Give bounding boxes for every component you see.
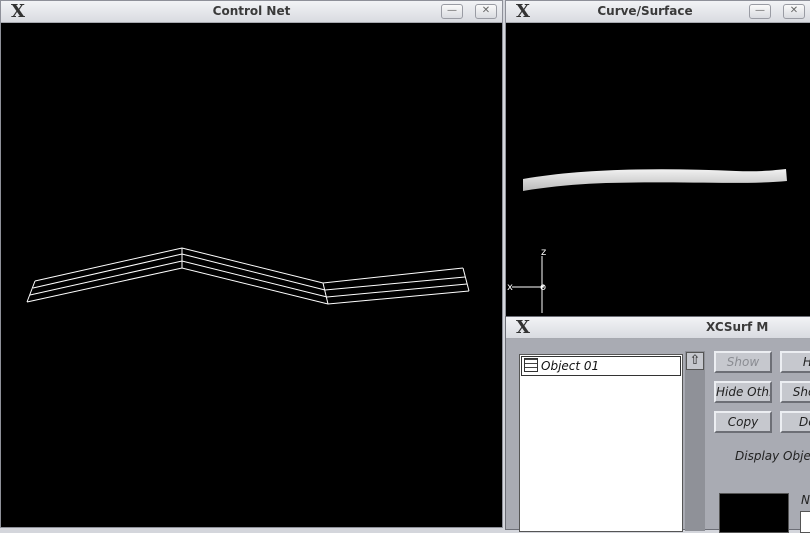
list-scrollbar[interactable]: ⇧ <box>685 351 705 531</box>
axis-y-label: o <box>540 282 546 293</box>
curve-surface-viewport[interactable]: z x o <box>506 23 810 319</box>
control-net-title: Control Net <box>212 4 291 18</box>
curve-surface-titlebar[interactable]: X Curve/Surface — ✕ <box>506 1 810 23</box>
grid-icon <box>524 358 538 372</box>
control-net-window: X Control Net — ✕ <box>0 0 503 528</box>
control-net-titlebar[interactable]: X Control Net — ✕ <box>1 1 502 23</box>
surface-render: z x o <box>507 169 787 313</box>
close-button[interactable]: ✕ <box>783 4 805 19</box>
show-button[interactable]: Show <box>714 351 772 373</box>
xcsurf-title: XCSurf M <box>706 320 769 334</box>
copy-button[interactable]: Copy <box>714 411 772 433</box>
control-net-viewport[interactable] <box>1 23 502 527</box>
close-button[interactable]: ✕ <box>475 4 497 19</box>
xcsurf-window: X XCSurf M Object 01 ⇧ Show Hi Hide Oth.… <box>505 316 810 533</box>
axis-x-label: x <box>507 282 513 293</box>
scroll-up-button[interactable]: ⇧ <box>686 352 704 370</box>
axis-z-label: z <box>541 247 546 258</box>
minimize-button[interactable]: — <box>441 4 463 19</box>
delete-button[interactable]: Del <box>780 411 810 433</box>
surface-shape <box>523 169 787 191</box>
name-label: N <box>801 493 810 507</box>
hide-button[interactable]: Hi <box>780 351 810 373</box>
list-item[interactable]: Object 01 <box>521 356 681 376</box>
object-list[interactable]: Object 01 <box>519 354 683 532</box>
control-net-wireframe <box>26 247 470 305</box>
xcsurf-titlebar[interactable]: X XCSurf M <box>506 317 810 339</box>
display-object-label: Display Objec <box>735 449 810 463</box>
show-all-button[interactable]: Show <box>780 381 810 403</box>
curve-surface-title: Curve/Surface <box>597 4 693 18</box>
curve-surface-window: X Curve/Surface — ✕ z x o <box>505 0 810 320</box>
x-logo-icon[interactable]: X <box>509 318 537 337</box>
color-swatch[interactable] <box>719 493 789 533</box>
minimize-button[interactable]: — <box>749 4 771 19</box>
hide-others-button[interactable]: Hide Oth. <box>714 381 772 403</box>
object-label: Object 01 <box>541 359 600 373</box>
